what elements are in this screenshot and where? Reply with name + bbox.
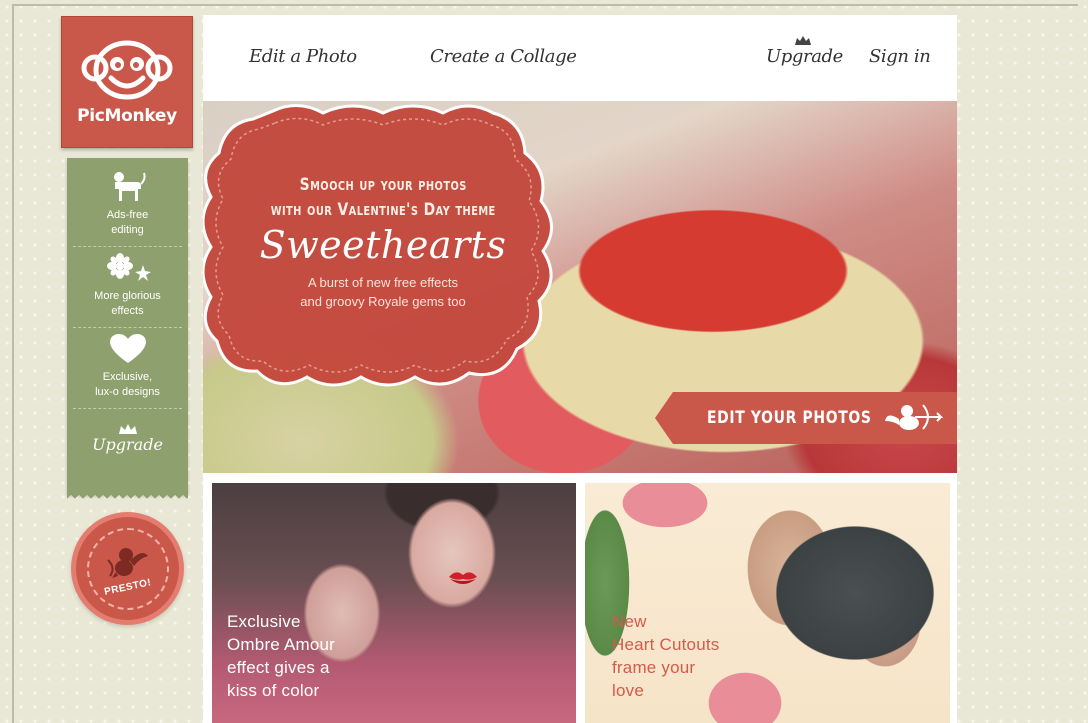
logo-text: PicMonkey [77, 106, 177, 126]
perk-more-effects: More glorious effects [73, 247, 182, 328]
perk-ads-free: Ads-free editing [73, 166, 182, 247]
top-nav: Edit a Photo Create a Collage Upgrade Si… [203, 15, 957, 101]
upgrade-perks-panel: Ads-free editing More glorious effects E… [67, 158, 188, 500]
monkey-icon [113, 172, 146, 201]
promo-tile-heart-cutouts[interactable]: New Heart Cutouts frame your love [585, 483, 950, 723]
hero-banner[interactable]: Smooch up your photos with our Valentine… [203, 101, 957, 473]
perk-exclusive-designs: Exclusive, lux-o designs [73, 328, 182, 409]
nav-create-collage[interactable]: Create a Collage [430, 46, 577, 67]
presto-label: PRESTO! [102, 577, 153, 598]
nav-sign-in[interactable]: Sign in [869, 46, 931, 67]
hero-subtitle: A burst of new free effects and groovy R… [300, 275, 466, 309]
hero-headline: Smooch up your photos with our Valentine… [270, 175, 496, 220]
main-content: Edit a Photo Create a Collage Upgrade Si… [203, 15, 957, 723]
cupid-icon [106, 548, 148, 578]
presto-badge[interactable]: PRESTO! [76, 517, 179, 620]
crown-icon [118, 424, 137, 434]
hero-script-title: Sweethearts [259, 223, 507, 267]
hero-badge: Smooch up your photos with our Valentine… [207, 101, 559, 383]
edit-your-photos-button[interactable]: EDIT YOUR PHOTOS [655, 392, 957, 444]
perk-label-exclusive-designs: Exclusive, lux-o designs [95, 371, 160, 398]
edit-your-photos-label: EDIT YOUR PHOTOS [707, 408, 872, 428]
tile-caption-ombre-amour: Exclusive Ombre Amour effect gives a kis… [227, 612, 336, 700]
tile-caption-heart-cutouts: New Heart Cutouts frame your love [612, 612, 720, 700]
nav-upgrade[interactable]: Upgrade [766, 46, 843, 67]
promo-tile-ombre-amour[interactable]: Exclusive Ombre Amour effect gives a kis… [212, 483, 576, 723]
crown-icon [795, 36, 811, 45]
cupid-icon [885, 404, 943, 430]
perk-label-more-effects: More glorious effects [94, 290, 161, 317]
lipstick-kiss-icon [449, 572, 477, 584]
sidebar-upgrade-label: Upgrade [92, 435, 163, 454]
nav-edit-photo[interactable]: Edit a Photo [249, 46, 357, 67]
picmonkey-logo[interactable]: PicMonkey [61, 16, 193, 148]
monkey-face-icon [81, 40, 173, 100]
heart-icon [109, 334, 146, 363]
sidebar-upgrade-link[interactable]: Upgrade [92, 423, 163, 454]
perk-label-ads-free: Ads-free editing [106, 209, 149, 236]
sparkle-flowers-icon [106, 253, 151, 281]
